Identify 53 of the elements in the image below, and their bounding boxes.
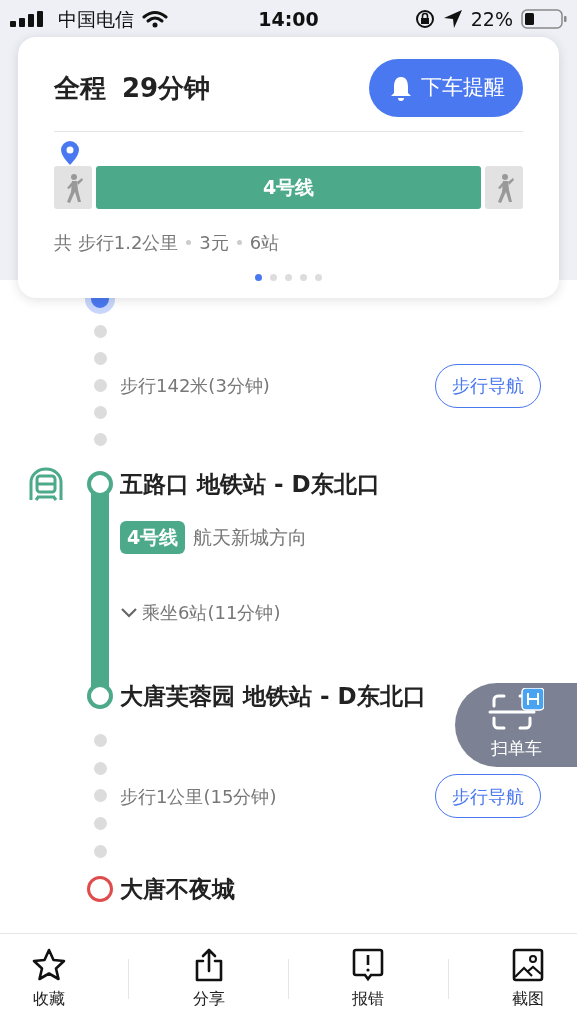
location-pin-icon [60,140,80,166]
toolbar-button[interactable]: 报错 [350,947,387,1011]
route-dot [93,734,107,748]
route-dot [93,844,107,858]
walk-info: 步行1公里(15分钟) [120,784,277,809]
walk-nav-button[interactable]: 步行导航 [435,363,541,408]
trip-stat: 共 步行1.2公里 [54,231,179,255]
station-marker [87,471,113,497]
clock-time: 14:00 [258,6,319,32]
station-name: 大唐芙蓉园 地铁站 - D东北口 [120,681,426,711]
route-duration: 29分钟 [122,71,211,105]
page-dot[interactable] [315,274,322,281]
walk-nav-button[interactable]: 步行导航 [435,774,541,818]
page-dot[interactable] [300,274,307,281]
trip-stat: 3元 [199,231,229,255]
rotation-lock-icon [414,9,435,29]
battery-percent: 22% [470,6,513,32]
location-arrow-icon [442,9,463,29]
route-dot [93,379,107,392]
star-icon [30,947,67,983]
toolbar-button[interactable]: 分享 [190,947,227,1011]
carrier-name: 中国电信 [58,6,134,32]
route-dot [93,352,107,365]
destination-marker [87,876,113,902]
chevron-down-icon [120,606,138,619]
route-dot [93,817,107,831]
bell-icon [389,75,413,101]
trip-stat: 6站 [249,231,280,255]
station-marker [87,683,113,709]
scan-bike-button[interactable]: 扫单车 [455,683,577,767]
alert-button[interactable]: 下车提醒 [369,59,523,117]
battery-icon [521,9,567,29]
scan-icon [488,688,544,733]
destination-name: 大唐不夜城 [120,874,235,904]
toolbar-button[interactable]: 截图 [510,947,547,1011]
toolbar-button[interactable]: 收藏 [30,947,67,1011]
route-dot [93,433,107,446]
train-icon [28,466,64,502]
line-direction: 航天新城方向 [193,525,308,551]
page-dot[interactable] [255,274,262,281]
wifi-icon [142,10,168,28]
route-dot [93,325,107,338]
station-name: 五路口 地铁站 - D东北口 [120,469,380,499]
line-badge: 4号线 [120,521,186,554]
route-title: 全程 [54,71,106,105]
subway-segment: 4号线 [96,166,481,209]
walk-info: 步行142米(3分钟) [120,374,270,398]
ride-toggle[interactable]: 乘坐6站(11分钟) [120,599,281,626]
route-dot [93,789,107,803]
route-dot [93,406,107,419]
page-dot[interactable] [285,274,292,281]
route-dot [93,761,107,775]
page-dot[interactable] [270,274,277,281]
